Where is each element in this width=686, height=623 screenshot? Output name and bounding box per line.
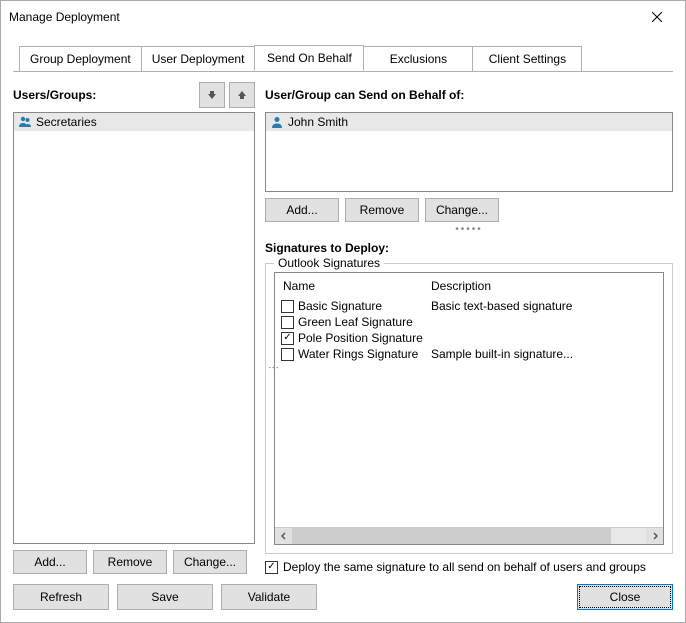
add-user-group-button[interactable]: Add... <box>13 550 87 574</box>
remove-behalf-button[interactable]: Remove <box>345 198 419 222</box>
tab-send-on-behalf[interactable]: Send On Behalf <box>254 45 364 71</box>
signature-name: Water Rings Signature <box>298 347 418 361</box>
change-user-group-button[interactable]: Change... <box>173 550 247 574</box>
column-description[interactable]: Description <box>431 279 657 293</box>
splitter-dots-vertical[interactable]: ⋮ <box>267 362 280 374</box>
behalf-header: User/Group can Send on Behalf of: <box>265 82 673 108</box>
signatures-body[interactable]: Basic Signature Basic text-based signatur… <box>275 298 663 527</box>
behalf-list[interactable]: John Smith <box>265 112 673 192</box>
tab-strip: Group DeploymentUser DeploymentSend On B… <box>19 45 673 71</box>
signature-checkbox[interactable] <box>281 300 294 313</box>
remove-user-group-button[interactable]: Remove <box>93 550 167 574</box>
signature-name: Pole Position Signature <box>298 331 423 345</box>
deploy-same-checkbox[interactable]: ✓ <box>265 561 278 574</box>
users-groups-header: Users/Groups: <box>13 82 255 108</box>
user-icon <box>270 115 284 129</box>
validate-button[interactable]: Validate <box>221 584 317 610</box>
change-behalf-button[interactable]: Change... <box>425 198 499 222</box>
signature-checkbox[interactable] <box>281 316 294 329</box>
deploy-same-label: Deploy the same signature to all send on… <box>283 560 646 574</box>
signature-checkbox[interactable] <box>281 348 294 361</box>
signatures-header-row: Name Description <box>275 273 663 298</box>
scroll-track[interactable] <box>292 528 646 545</box>
refresh-button[interactable]: Refresh <box>13 584 109 610</box>
signatures-label: Signatures to Deploy: <box>265 241 673 255</box>
outlook-signatures-group: Outlook Signatures Name Description Basi… <box>265 263 673 554</box>
right-pane: User/Group can Send on Behalf of: John S… <box>265 82 673 574</box>
scroll-thumb[interactable] <box>292 528 611 545</box>
table-row[interactable]: Basic Signature Basic text-based signatur… <box>281 298 657 314</box>
users-groups-pane: Users/Groups: Secretaries Add... Remove … <box>13 82 255 574</box>
users-groups-list[interactable]: Secretaries <box>13 112 255 544</box>
users-groups-buttons: Add... Remove Change... <box>13 550 255 574</box>
content-area: Users/Groups: Secretaries Add... Remove … <box>13 71 673 574</box>
list-item[interactable]: John Smith <box>266 113 672 131</box>
signatures-table: Name Description Basic Signature Basic te… <box>274 272 664 545</box>
behalf-buttons: Add... Remove Change... <box>265 198 673 222</box>
scroll-right-icon[interactable] <box>646 528 663 545</box>
save-button[interactable]: Save <box>117 584 213 610</box>
move-down-button[interactable] <box>199 82 225 108</box>
tab-exclusions[interactable]: Exclusions <box>363 46 473 72</box>
signature-checkbox[interactable]: ✓ <box>281 332 294 345</box>
list-item-label: Secretaries <box>36 115 97 129</box>
list-item[interactable]: Secretaries <box>14 113 254 131</box>
table-row[interactable]: Green Leaf Signature <box>281 314 657 330</box>
close-icon[interactable] <box>637 5 677 29</box>
window-title: Manage Deployment <box>9 10 120 24</box>
users-groups-label: Users/Groups: <box>13 88 96 102</box>
table-row[interactable]: Water Rings Signature Sample built-in sig… <box>281 346 657 362</box>
deploy-same-signature-row: ✓ Deploy the same signature to all send … <box>265 560 673 574</box>
splitter-dots-horizontal[interactable]: ••••• <box>265 224 673 235</box>
titlebar: Manage Deployment <box>1 1 685 37</box>
table-row[interactable]: ✓ Pole Position Signature <box>281 330 657 346</box>
footer: Refresh Save Validate Close <box>1 574 685 622</box>
manage-deployment-dialog: Manage Deployment Group DeploymentUser D… <box>0 0 686 623</box>
outlook-signatures-legend: Outlook Signatures <box>274 256 384 270</box>
list-item-label: John Smith <box>288 115 348 129</box>
horizontal-scrollbar[interactable] <box>275 527 663 544</box>
tab-client-settings[interactable]: Client Settings <box>472 46 582 72</box>
close-button[interactable]: Close <box>577 584 673 610</box>
signature-name: Green Leaf Signature <box>298 315 413 329</box>
group-icon <box>18 115 32 129</box>
tab-user-deployment[interactable]: User Deployment <box>141 46 256 72</box>
column-name[interactable]: Name <box>281 279 431 293</box>
signature-description: Basic text-based signature <box>431 299 657 313</box>
tab-group-deployment[interactable]: Group Deployment <box>19 46 142 72</box>
move-up-button[interactable] <box>229 82 255 108</box>
signature-description: Sample built-in signature... <box>431 347 657 361</box>
add-behalf-button[interactable]: Add... <box>265 198 339 222</box>
behalf-label: User/Group can Send on Behalf of: <box>265 88 464 102</box>
scroll-left-icon[interactable] <box>275 528 292 545</box>
signature-name: Basic Signature <box>298 299 382 313</box>
